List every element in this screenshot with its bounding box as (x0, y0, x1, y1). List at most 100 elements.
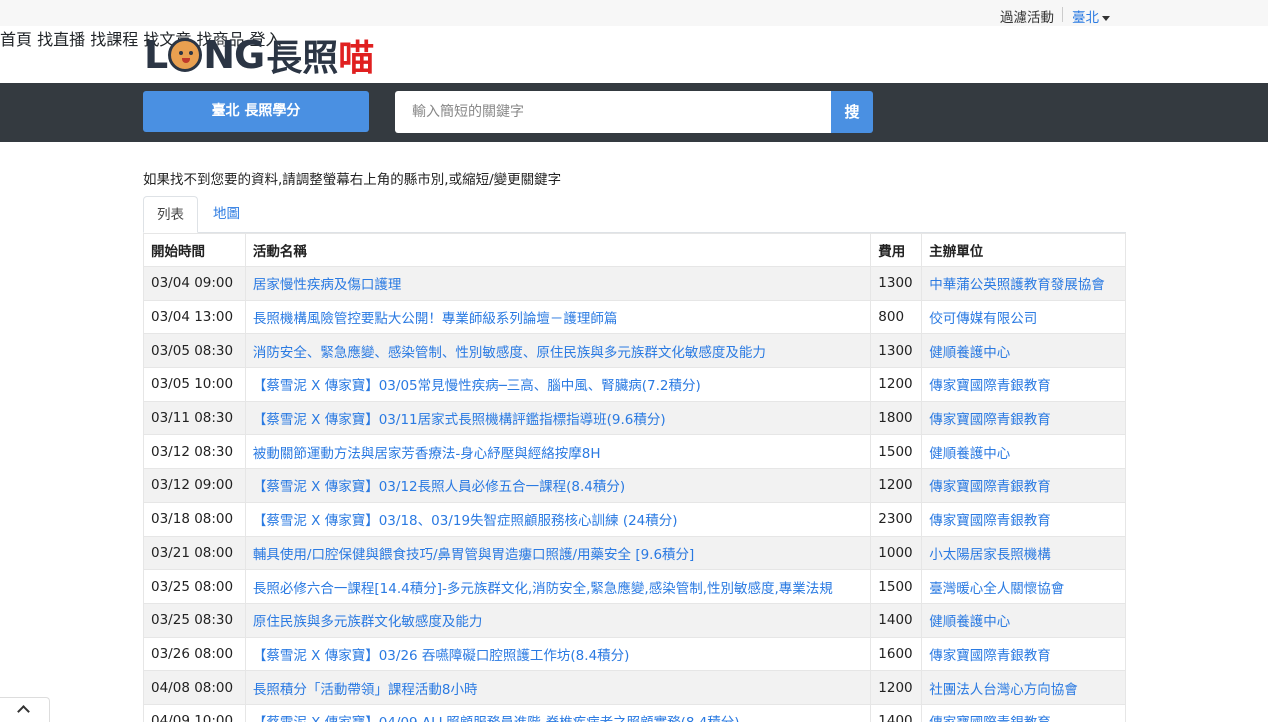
cell-fee: 2300 (870, 501, 923, 537)
cell-organizer-link[interactable]: 臺灣暖心全人關懷協會 (921, 569, 1126, 604)
cell-event-name-link[interactable]: 長照必修六合一課程[14.4積分]-多元族群文化,消防安全,緊急應變,感染管制,… (244, 569, 872, 604)
table-row: 03/04 09:00 居家慢性疾病及傷口護理 1300 中華蒲公英照護教育發展協會 (143, 266, 1126, 301)
scroll-to-top-button[interactable] (0, 697, 50, 722)
location-credit-button[interactable]: 臺北 長照學分 (143, 91, 369, 132)
top-utility-bar: 過濾活動 臺北 (0, 0, 1268, 26)
nav-live[interactable]: 找直播 (37, 30, 85, 49)
cell-fee: 800 (870, 299, 923, 335)
cell-organizer-link[interactable]: 中華蒲公英照護教育發展協會 (921, 266, 1126, 301)
search-button[interactable]: 搜 (831, 91, 873, 133)
cell-start-time: 03/18 08:00 (143, 501, 246, 537)
cell-fee: 1500 (870, 569, 923, 604)
cell-start-time: 04/08 08:00 (143, 670, 246, 705)
tab-list[interactable]: 列表 (143, 196, 198, 233)
cell-event-name-link[interactable]: 【蔡雪泥 X 傳家寶】04/09 ALL照顧服務員進階-脊椎疾病者之照顧實務(8… (244, 703, 872, 722)
table-header-row: 開始時間 活動名稱 費用 主辦單位 (143, 233, 1126, 267)
table-row: 04/09 10:00【蔡雪泥 X 傳家寶】04/09 ALL照顧服務員進階-脊… (143, 703, 1126, 722)
cell-event-name-link[interactable]: 被動關節運動方法與居家芳香療法-身心紓壓與經絡按摩8H (244, 434, 872, 470)
nav-home[interactable]: 首頁 (0, 30, 32, 49)
cell-start-time: 03/26 08:00 (143, 636, 246, 672)
cell-organizer-link[interactable]: 傳家寶國際青銀教育 (921, 501, 1126, 537)
logo-wordmark: L NG (144, 33, 265, 77)
cell-event-name-link[interactable]: 【蔡雪泥 X 傳家寶】03/18、03/19失智症照顧服務核心訓練 (24積分) (244, 501, 872, 537)
cell-start-time: 03/12 08:30 (143, 434, 246, 470)
cell-fee: 1200 (870, 670, 923, 705)
lion-mascot-icon (168, 38, 203, 72)
cell-organizer-link[interactable]: 健順養護中心 (921, 333, 1126, 369)
table-row: 03/25 08:30 原住民族與多元族群文化敏感度及能力 1400 健順養護中心 (143, 602, 1126, 638)
filter-activities-label[interactable]: 過濾活動 (1000, 6, 1054, 26)
cell-fee: 1000 (870, 535, 923, 571)
cell-organizer-link[interactable]: 佼可傳媒有限公司 (921, 299, 1126, 335)
cell-fee: 1400 (870, 703, 923, 722)
chevron-up-icon (17, 705, 30, 718)
cell-event-name-link[interactable]: 原住民族與多元族群文化敏感度及能力 (244, 602, 872, 638)
cell-event-name-link[interactable]: 居家慢性疾病及傷口護理 (244, 266, 872, 301)
header-organizer: 主辦單位 (921, 233, 1126, 267)
caret-down-icon (1102, 15, 1110, 21)
cell-event-name-link[interactable]: 消防安全、緊急應變、感染管制、性別敏感度、原住民族與多元族群文化敏感度及能力 (244, 333, 872, 369)
cell-start-time: 03/11 08:30 (143, 400, 246, 436)
table-row: 03/05 08:30 消防安全、緊急應變、感染管制、性別敏感度、原住民族與多元族… (143, 333, 1126, 369)
cell-start-time: 03/05 10:00 (143, 367, 246, 402)
cell-organizer-link[interactable]: 傳家寶國際青銀教育 (921, 468, 1126, 503)
cell-organizer-link[interactable]: 健順養護中心 (921, 602, 1126, 638)
search-input[interactable] (395, 91, 832, 133)
header-event-name: 活動名稱 (244, 233, 872, 267)
logo-cat: 喵 (338, 38, 375, 79)
site-logo[interactable]: L NG 長照 喵 (144, 33, 374, 79)
cell-event-name-link[interactable]: 輔具使用/口腔保健與餵食技巧/鼻胃管與胃造瘻口照護/用藥安全 [9.6積分] (244, 535, 872, 571)
search-hint: 如果找不到您要的資料,請調整螢幕右上角的縣市別,或縮短/變更關鍵字 (143, 172, 562, 188)
cell-organizer-link[interactable]: 小太陽居家長照機構 (921, 535, 1126, 571)
cell-start-time: 03/25 08:00 (143, 569, 246, 604)
table-row: 03/12 08:30 被動關節運動方法與居家芳香療法-身心紓壓與經絡按摩8H 15… (143, 434, 1126, 470)
cell-fee: 1300 (870, 333, 923, 369)
table-row: 03/04 13:00 長照機構風險管控要點大公開！專業師級系列論壇－護理師篇 80… (143, 299, 1126, 335)
cell-organizer-link[interactable]: 傳家寶國際青銀教育 (921, 367, 1126, 402)
city-dropdown[interactable]: 臺北 (1072, 6, 1110, 26)
view-tabs: 列表 地圖 (143, 196, 1126, 233)
events-table: 開始時間 活動名稱 費用 主辦單位 03/04 09:00 居家慢性疾病及傷口護理… (143, 233, 1126, 722)
cell-organizer-link[interactable]: 社團法人台灣心方向協會 (921, 670, 1126, 705)
site-header: L NG 長照 喵 首頁 找直播 找課程 找文章 找商品 登入 (0, 26, 1268, 83)
cell-start-time: 03/04 09:00 (143, 266, 246, 301)
cell-fee: 1300 (870, 266, 923, 301)
cell-event-name-link[interactable]: 長照積分「活動帶領」課程活動8小時 (244, 670, 872, 705)
cell-organizer-link[interactable]: 傳家寶國際青銀教育 (921, 400, 1126, 436)
cell-start-time: 03/05 08:30 (143, 333, 246, 369)
nav-courses[interactable]: 找課程 (90, 30, 138, 49)
header-fee: 費用 (870, 233, 923, 267)
cell-fee: 1500 (870, 434, 923, 470)
cell-event-name-link[interactable]: 【蔡雪泥 X 傳家寶】03/11居家式長照機構評鑑指標指導班(9.6積分) (244, 400, 872, 436)
cell-event-name-link[interactable]: 【蔡雪泥 X 傳家寶】03/05常見慢性疾病─三高、腦中風、腎臟病(7.2積分) (244, 367, 872, 402)
cell-event-name-link[interactable]: 【蔡雪泥 X 傳家寶】03/12長照人員必修五合一課程(8.4積分) (244, 468, 872, 503)
cell-fee: 1200 (870, 468, 923, 503)
header-start-time: 開始時間 (143, 233, 246, 267)
divider (1062, 7, 1063, 22)
cell-organizer-link[interactable]: 傳家寶國際青銀教育 (921, 636, 1126, 672)
search-bar: 臺北 長照學分 搜 (0, 83, 1268, 142)
table-row: 03/21 08:00 輔具使用/口腔保健與餵食技巧/鼻胃管與胃造瘻口照護/用藥安… (143, 535, 1126, 571)
table-row: 03/25 08:00 長照必修六合一課程[14.4積分]-多元族群文化,消防安全… (143, 569, 1126, 604)
cell-event-name-link[interactable]: 長照機構風險管控要點大公開！專業師級系列論壇－護理師篇 (244, 299, 872, 335)
table-row: 03/26 08:00 【蔡雪泥 X 傳家寶】03/26 吞嚥障礙口腔照護工作坊(… (143, 636, 1126, 672)
cell-start-time: 03/25 08:30 (143, 602, 246, 638)
cell-fee: 1200 (870, 367, 923, 402)
city-label: 臺北 (1072, 10, 1099, 26)
cell-start-time: 03/12 09:00 (143, 468, 246, 503)
logo-zh: 長照 (266, 38, 339, 79)
cell-fee: 1400 (870, 602, 923, 638)
table-row: 03/05 10:00 【蔡雪泥 X 傳家寶】03/05常見慢性疾病─三高、腦中風… (143, 367, 1126, 402)
cell-start-time: 03/04 13:00 (143, 299, 246, 335)
cell-event-name-link[interactable]: 【蔡雪泥 X 傳家寶】03/26 吞嚥障礙口腔照護工作坊(8.4積分) (244, 636, 872, 672)
table-row: 03/12 09:00 【蔡雪泥 X 傳家寶】03/12長照人員必修五合一課程(8… (143, 468, 1126, 503)
table-row: 03/18 08:00 【蔡雪泥 X 傳家寶】03/18、03/19失智症照顧服務… (143, 501, 1126, 537)
cell-start-time: 03/21 08:00 (143, 535, 246, 571)
cell-fee: 1800 (870, 400, 923, 436)
table-row: 04/08 08:00 長照積分「活動帶領」課程活動8小時 1200 社團法人台灣心方… (143, 670, 1126, 705)
tab-map[interactable]: 地圖 (200, 196, 253, 233)
cell-organizer-link[interactable]: 傳家寶國際青銀教育 (921, 703, 1126, 722)
cell-fee: 1600 (870, 636, 923, 672)
cell-organizer-link[interactable]: 健順養護中心 (921, 434, 1126, 470)
table-row: 03/11 08:30 【蔡雪泥 X 傳家寶】03/11居家式長照機構評鑑指標指導… (143, 400, 1126, 436)
